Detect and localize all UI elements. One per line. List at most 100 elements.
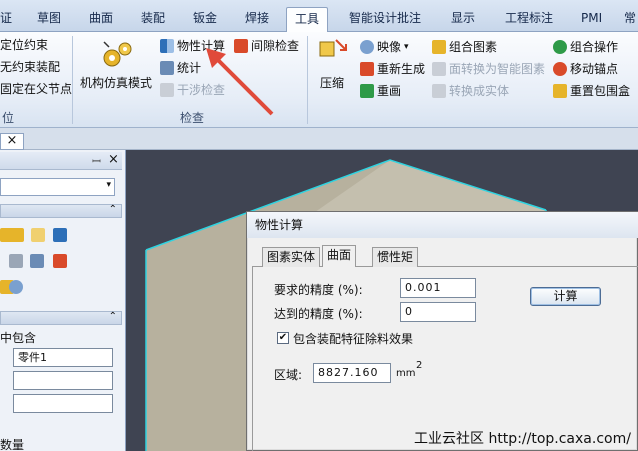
area-value-field: 8827.160	[313, 363, 391, 383]
tab-dimension[interactable]: 工程标注	[505, 7, 553, 32]
move-anchor-icon	[553, 62, 567, 76]
tab-surface[interactable]: 曲面	[322, 245, 357, 267]
tab-sketch[interactable]: 草图	[37, 7, 61, 32]
empty-field[interactable]	[13, 394, 113, 413]
convert-to-solid-button[interactable]: 转换成实体	[432, 82, 509, 100]
tab-assembly[interactable]: 装配	[141, 7, 165, 32]
face-to-smart-shape-icon	[432, 62, 446, 76]
group-shape-icon	[432, 40, 446, 54]
reset-bbox-button[interactable]: 重置包围盒	[553, 82, 630, 100]
regenerate-icon	[360, 62, 374, 76]
compute-button[interactable]: 计算	[530, 287, 601, 306]
convert-to-solid-icon	[432, 84, 446, 98]
group-shape-button[interactable]: 组合图素	[432, 38, 497, 56]
tool-shield-icon[interactable]	[9, 254, 23, 268]
area-label: 区域:	[274, 368, 303, 382]
label: 重画	[377, 84, 402, 98]
panel-combo[interactable]: ▾	[0, 178, 115, 196]
chevron-down-icon: ▾	[106, 180, 111, 190]
tab-weld[interactable]: 焊接	[245, 7, 269, 32]
reset-bbox-icon	[553, 84, 567, 98]
label: 定位约束	[0, 38, 49, 52]
label: 组合图素	[449, 40, 498, 54]
search-icon[interactable]	[9, 280, 23, 294]
fix-to-parent-button[interactable]: 固定在父节点	[0, 80, 72, 98]
label: 无约束装配	[0, 60, 61, 74]
chevron-down-icon: ▾	[404, 42, 409, 52]
mechanism-sim-gear-icon[interactable]	[100, 38, 136, 72]
position-constraint-button[interactable]: 定位约束	[0, 36, 48, 54]
document-tab-strip	[0, 128, 638, 150]
combine-operation-icon	[553, 40, 567, 54]
achieved-precision-label: 达到的精度 (%):	[274, 307, 363, 321]
pin-icon[interactable]: ꟷ	[92, 154, 101, 169]
no-constraint-assembly-button[interactable]: 无约束装配	[0, 58, 60, 76]
group-separator	[307, 36, 308, 124]
redraw-button[interactable]: 重画	[360, 82, 401, 100]
label: 重置包围盒	[570, 84, 631, 98]
label: 映像	[377, 40, 402, 54]
empty-field[interactable]	[13, 371, 113, 390]
redraw-icon	[360, 84, 374, 98]
combine-operation-button[interactable]: 组合操作	[553, 38, 618, 56]
tab-solid[interactable]: 图素实体	[262, 247, 321, 267]
panel-title-bar: ꟷ ×	[0, 152, 122, 170]
tab-tools[interactable]: 工具	[286, 7, 329, 33]
interference-check-icon	[160, 83, 174, 97]
tab-pmi[interactable]: PMI	[581, 7, 602, 32]
tool-link-icon[interactable]	[53, 254, 67, 268]
tab-sheetmetal[interactable]: 钣金	[193, 7, 217, 32]
statistics-button[interactable]: 统计	[160, 59, 201, 77]
include-assembly-cut-checkbox[interactable]: ✔	[277, 332, 289, 344]
label: 机构仿真模式	[80, 76, 153, 90]
mirror-button[interactable]: 映像 ▾	[360, 38, 409, 56]
label: 移动锚点	[570, 62, 619, 76]
count-label: 数量	[0, 438, 25, 451]
watermark: 工业云社区 http://top.caxa.com/	[414, 431, 631, 447]
section-header[interactable]: ⌃	[0, 311, 122, 325]
tool-edit-icon[interactable]	[53, 228, 67, 242]
tool-calc-icon[interactable]	[30, 254, 44, 268]
mechanism-sim-mode-button[interactable]: 机构仿真模式	[80, 74, 152, 92]
shrink-icon[interactable]	[318, 38, 348, 64]
label: 重新生成	[377, 62, 426, 76]
close-icon[interactable]: ×	[0, 133, 24, 150]
ribbon-panel: 定位约束 无约束装配 固定在父节点 位 机构仿真模式 物性计算 间隙检查 统计 …	[0, 32, 638, 128]
chevron-up-icon: ⌃	[108, 204, 117, 215]
tool-solid-icon[interactable]	[10, 228, 24, 242]
label: 面转换为智能图素	[449, 62, 546, 76]
label: 压缩	[320, 76, 345, 90]
contains-label: 中包含	[0, 331, 37, 345]
statistics-icon	[160, 61, 174, 75]
part-field[interactable]: 零件1	[13, 348, 113, 367]
area-exponent: 2	[416, 360, 423, 371]
chevron-up-icon: ⌃	[108, 311, 117, 322]
section-header[interactable]: ⌃	[0, 204, 122, 218]
tab-display[interactable]: 显示	[451, 7, 475, 32]
checkmark-icon: ✔	[278, 332, 288, 343]
tab-smart-annotation[interactable]: 智能设计批注	[349, 7, 421, 32]
close-icon[interactable]: ×	[108, 152, 119, 167]
group-separator	[72, 36, 73, 124]
include-assembly-cut-label: 包含装配特征除料效果	[293, 332, 414, 346]
tool-surface-icon[interactable]	[31, 228, 45, 242]
required-precision-input[interactable]: 0.001	[400, 278, 476, 298]
group-label-position: 位	[2, 111, 15, 125]
label: 统计	[177, 61, 202, 75]
mirror-icon	[360, 40, 374, 54]
regenerate-button[interactable]: 重新生成	[360, 60, 425, 78]
dialog-title: 物性计算	[247, 212, 638, 238]
label: 转换成实体	[449, 84, 510, 98]
tab-1[interactable]: 证	[0, 7, 12, 32]
label: 固定在父节点	[0, 82, 73, 96]
tab-surface[interactable]: 曲面	[89, 7, 113, 32]
move-anchor-button[interactable]: 移动锚点	[553, 60, 618, 78]
face-to-smart-shape-button[interactable]: 面转换为智能图素	[432, 60, 545, 78]
tab-inertia[interactable]: 惯性矩	[372, 247, 419, 267]
area-unit: mm	[396, 368, 416, 379]
annotation-arrow	[206, 48, 274, 116]
shrink-button[interactable]: 压缩	[320, 74, 344, 92]
mass-properties-icon	[160, 39, 174, 53]
achieved-precision-input[interactable]: 0	[400, 302, 476, 322]
tab-more[interactable]: 常	[624, 7, 636, 32]
